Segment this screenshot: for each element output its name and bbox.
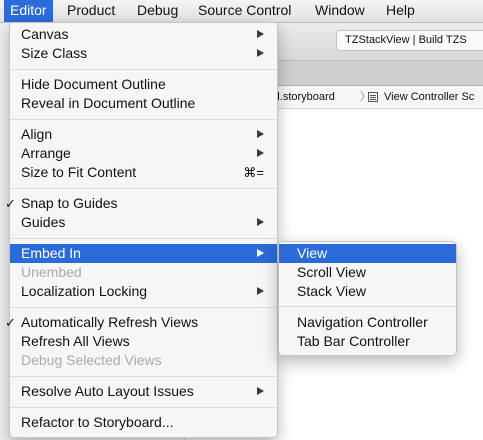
submenu-arrow-icon xyxy=(257,149,264,157)
menu-item-unembed: Unembed xyxy=(10,263,277,282)
menu-item-label: Embed In xyxy=(21,245,81,261)
menu-item-automatically-refresh-views[interactable]: ✓ Automatically Refresh Views xyxy=(5,313,277,332)
jump-bar-storyboard-crumb[interactable]: rd.storyboard xyxy=(270,86,335,108)
menu-item-label: Resolve Auto Layout Issues xyxy=(21,383,194,399)
submenu-item-tab-bar-controller[interactable]: Tab Bar Controller xyxy=(279,332,456,351)
menu-item-align[interactable]: Align xyxy=(10,125,277,144)
menu-separator xyxy=(10,119,277,120)
menu-product[interactable]: Product xyxy=(61,0,121,22)
window-toolbar: TZStackView | Build TZS xyxy=(270,22,483,61)
menu-separator xyxy=(10,238,277,239)
menu-item-guides[interactable]: Guides xyxy=(10,213,277,232)
jump-bar-scene-crumb[interactable]: View Controller Sc xyxy=(384,86,474,108)
tab-bar xyxy=(270,61,483,86)
menu-item-size-to-fit-content[interactable]: Size to Fit Content ⌘= xyxy=(10,163,277,182)
menu-item-label: Localization Locking xyxy=(21,283,148,299)
menu-item-label: Refresh All Views xyxy=(21,333,130,349)
menu-item-snap-to-guides[interactable]: ✓ Snap to Guides xyxy=(5,194,277,213)
submenu-arrow-icon xyxy=(257,249,264,257)
menu-item-arrange[interactable]: Arrange xyxy=(10,144,277,163)
menu-item-label: Automatically Refresh Views xyxy=(21,314,199,330)
menu-item-embed-in[interactable]: Embed In xyxy=(10,244,277,263)
embed-in-submenu: View Scroll View Stack View Navigation C… xyxy=(278,241,457,356)
keyboard-shortcut: ⌘= xyxy=(243,165,264,180)
submenu-arrow-icon xyxy=(257,30,264,38)
submenu-arrow-icon xyxy=(257,218,264,226)
menu-separator xyxy=(279,306,456,307)
menu-item-label: Unembed xyxy=(21,264,82,280)
jump-bar: rd.storyboard 〉 View Controller Sc xyxy=(270,86,483,109)
menu-item-label: Snap to Guides xyxy=(21,195,118,211)
checkmark-icon: ✓ xyxy=(5,196,16,211)
xcode-window: TZStackView | Build TZS rd.storyboard 〉 … xyxy=(270,22,483,440)
menu-separator xyxy=(10,307,277,308)
submenu-item-scroll-view[interactable]: Scroll View xyxy=(279,263,456,282)
menu-item-label: Reveal in Document Outline xyxy=(21,95,196,111)
menu-item-resolve-auto-layout-issues[interactable]: Resolve Auto Layout Issues xyxy=(10,382,277,401)
checkmark-icon: ✓ xyxy=(5,315,16,330)
menu-help[interactable]: Help xyxy=(380,0,421,22)
menu-item-label: Canvas xyxy=(21,26,69,42)
submenu-arrow-icon xyxy=(257,49,264,57)
menu-item-canvas[interactable]: Canvas xyxy=(10,25,277,44)
menu-item-label: Refactor to Storyboard... xyxy=(21,414,174,430)
menu-item-hide-document-outline[interactable]: Hide Document Outline xyxy=(10,75,277,94)
menu-item-label: Size Class xyxy=(21,45,88,61)
submenu-arrow-icon xyxy=(257,387,264,395)
menu-item-label: Hide Document Outline xyxy=(21,76,166,92)
menu-window[interactable]: Window xyxy=(309,0,371,22)
menu-source-control[interactable]: Source Control xyxy=(192,0,297,22)
submenu-item-view[interactable]: View xyxy=(279,244,456,263)
menu-item-label: Debug Selected Views xyxy=(21,352,162,368)
submenu-item-stack-view[interactable]: Stack View xyxy=(279,282,456,301)
menu-item-debug-selected-views: Debug Selected Views xyxy=(10,351,277,370)
menu-item-label: Align xyxy=(21,126,53,142)
menu-separator xyxy=(10,69,277,70)
menu-editor[interactable]: Editor xyxy=(4,0,53,22)
menu-separator xyxy=(10,376,277,377)
menu-separator xyxy=(10,188,277,189)
menu-item-reveal-in-document-outline[interactable]: Reveal in Document Outline xyxy=(10,94,277,113)
activity-view: TZStackView | Build TZS xyxy=(336,30,483,51)
menu-debug[interactable]: Debug xyxy=(131,0,184,22)
menu-item-label: Arrange xyxy=(21,145,71,161)
scene-icon xyxy=(368,92,378,102)
menu-item-label: Size to Fit Content xyxy=(21,164,137,180)
submenu-arrow-icon xyxy=(257,130,264,138)
menu-bar: Editor Product Debug Source Control Wind… xyxy=(0,0,483,23)
menu-item-label: Guides xyxy=(21,214,66,230)
submenu-item-navigation-controller[interactable]: Navigation Controller xyxy=(279,313,456,332)
menu-item-localization-locking[interactable]: Localization Locking xyxy=(10,282,277,301)
menu-separator xyxy=(10,407,277,408)
submenu-arrow-icon xyxy=(257,287,264,295)
menu-item-refresh-all-views[interactable]: Refresh All Views xyxy=(10,332,277,351)
editor-menu: Canvas Size Class Hide Document Outline … xyxy=(5,22,278,438)
menu-item-size-class[interactable]: Size Class xyxy=(10,44,277,63)
menu-item-refactor-to-storyboard[interactable]: Refactor to Storyboard... xyxy=(10,413,277,432)
